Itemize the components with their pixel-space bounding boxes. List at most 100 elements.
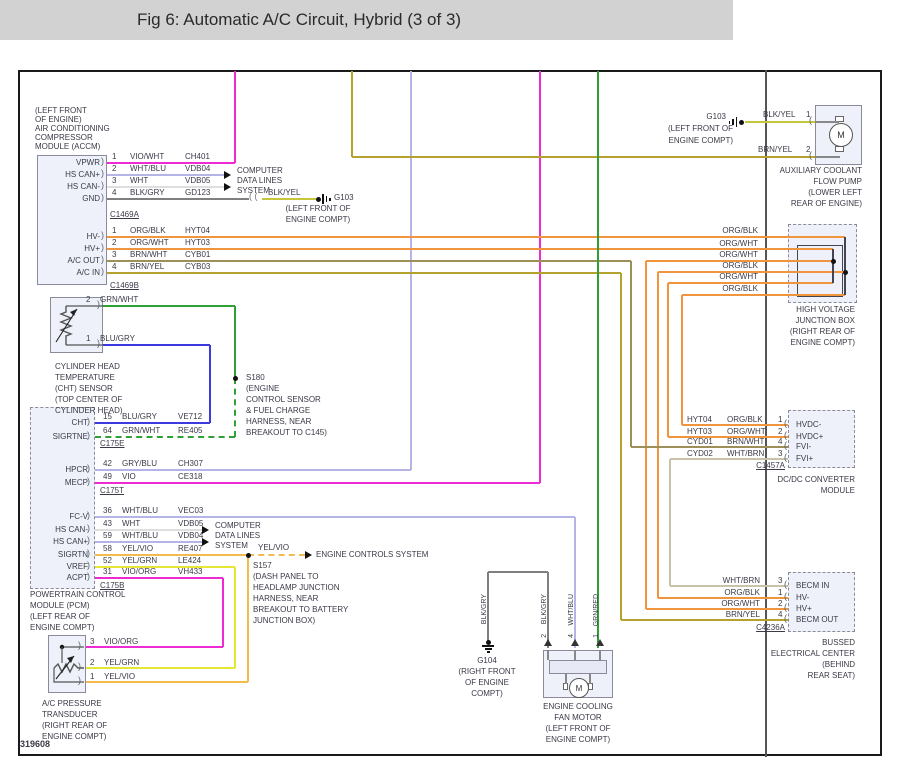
pin-bracket: ) (101, 192, 104, 202)
pin-bracket: ) (101, 168, 104, 178)
wire (539, 71, 541, 483)
wire-label: RE407 (178, 544, 203, 553)
wire (815, 156, 840, 158)
wire-label: 1 (778, 588, 783, 597)
wire-label: OF ENGINE (464, 678, 510, 687)
pin-bracket: ) (87, 548, 90, 558)
wire-label: COMPT) (471, 689, 503, 698)
wire-label: ENGINE COOLING (543, 702, 613, 711)
wire (547, 650, 549, 660)
pin-bracket: ( (784, 613, 787, 623)
wire-label: VDB04 (185, 164, 211, 173)
wire-label: 3 (778, 449, 783, 458)
wire-label: (DASH PANEL TO (253, 572, 319, 581)
pin-label: BECM OUT (796, 615, 839, 624)
wire-label: WHT/BRN (727, 449, 765, 458)
wire-label: 59 (103, 531, 112, 540)
wire-label: HYT03 (687, 427, 712, 436)
wire-label: DATA LINES (215, 531, 261, 540)
wire-label: (TOP CENTER OF (55, 395, 123, 404)
wire-label: 1 (593, 634, 600, 638)
wire-label: GRN/WHT (100, 295, 139, 304)
wire-label: (LOWER LEFT (808, 188, 862, 197)
wire-label: 64 (103, 426, 112, 435)
wire-label: LE424 (178, 556, 202, 565)
wire-label: 58 (103, 544, 112, 553)
pin-label: HS CAN+ (65, 170, 100, 179)
wire-label: YEL/VIO (104, 672, 136, 681)
flow-arrow-icon (305, 551, 312, 559)
connector-label: C1469A (110, 210, 139, 219)
pin-bracket: ) (87, 463, 90, 473)
wire-label: CYB03 (185, 262, 211, 271)
pin-label: HVDC- (796, 420, 822, 429)
wire-label: 2 (541, 634, 548, 638)
wire (631, 446, 788, 448)
wire-label: ENGINE COMPT) (790, 338, 855, 347)
wire-label: BRN/YEL (725, 610, 760, 619)
wire-label: HARNESS, NEAR (246, 417, 312, 426)
wire (667, 283, 669, 437)
wire-label: (LEFT FRONT OF (667, 124, 733, 133)
wire (352, 156, 815, 158)
motor-icon: M (569, 678, 589, 698)
pin-bracket: ) (101, 156, 104, 166)
wire-label: VDB05 (185, 176, 211, 185)
wire (234, 567, 236, 668)
wire-label: ORG/BLK (130, 226, 166, 235)
fan-motor-inner-box (549, 660, 607, 674)
wire (670, 585, 788, 587)
wire (86, 681, 248, 683)
wire-label: 4 (778, 437, 783, 446)
pin-label: ACPT (66, 573, 88, 582)
wire-label: 52 (103, 556, 112, 565)
wire (95, 469, 411, 471)
wire (103, 305, 235, 307)
wire-label: GRN/RED (593, 594, 600, 627)
wire (682, 294, 845, 296)
wire-label: VEC03 (178, 506, 204, 515)
wire-label: GRY/BLU (122, 459, 157, 468)
wire-label: ORG/BLK (727, 415, 763, 424)
wire-label: (CHT) SENSOR (55, 384, 113, 393)
wire (107, 198, 249, 200)
wire-label: BLK/YEL (763, 110, 796, 119)
pin-bracket: ) (87, 476, 90, 486)
wire-label: COMPUTER (215, 521, 261, 530)
wire (209, 345, 211, 423)
wire-label: MODULE (ACCM) (35, 142, 101, 151)
wire (670, 458, 788, 460)
wire-label: & FUEL CHARGE (246, 406, 311, 415)
wire-label: GRN/WHT (122, 426, 161, 435)
wire-label: BREAKOUT TO C145) (246, 428, 327, 437)
wire-label: ENGINE COMPT) (285, 215, 351, 224)
wire-label: ENGINE COMPT) (42, 732, 107, 741)
wire-label: VIO/ORG (122, 567, 157, 576)
pin-label: GND (82, 194, 100, 203)
wire-label: YEL/GRN (104, 658, 140, 667)
pin-label: HV- (796, 593, 810, 602)
pin-label: HPCR (65, 465, 88, 474)
junction-dot (245, 552, 251, 558)
wire-label: JUNCTION BOX (795, 316, 855, 325)
wire-label: WHT/BLU (122, 506, 158, 515)
motor-terminal (563, 683, 568, 690)
wire-label: (BEHIND (822, 660, 855, 669)
wire-label: BRN/WHT (727, 437, 765, 446)
wire-label: ORG/WHT (727, 427, 766, 436)
wire-label: 1 (90, 672, 95, 681)
wire-label: YEL/VIO (122, 544, 154, 553)
pin-arrow-icon (544, 639, 552, 646)
flow-arrow-icon (224, 183, 231, 191)
pin-bracket: ( (784, 602, 787, 612)
wire-label: ORG/WHT (719, 239, 758, 248)
junction-dot (842, 269, 848, 275)
wire (669, 459, 671, 586)
wire-label: DATA LINES (237, 176, 283, 185)
wire (815, 121, 839, 123)
wire-label: 1 (112, 152, 117, 161)
wire-label: ORG/WHT (721, 599, 760, 608)
pin-label: CHT (71, 418, 88, 427)
wire (86, 667, 235, 669)
wire-label: VE712 (178, 412, 203, 421)
